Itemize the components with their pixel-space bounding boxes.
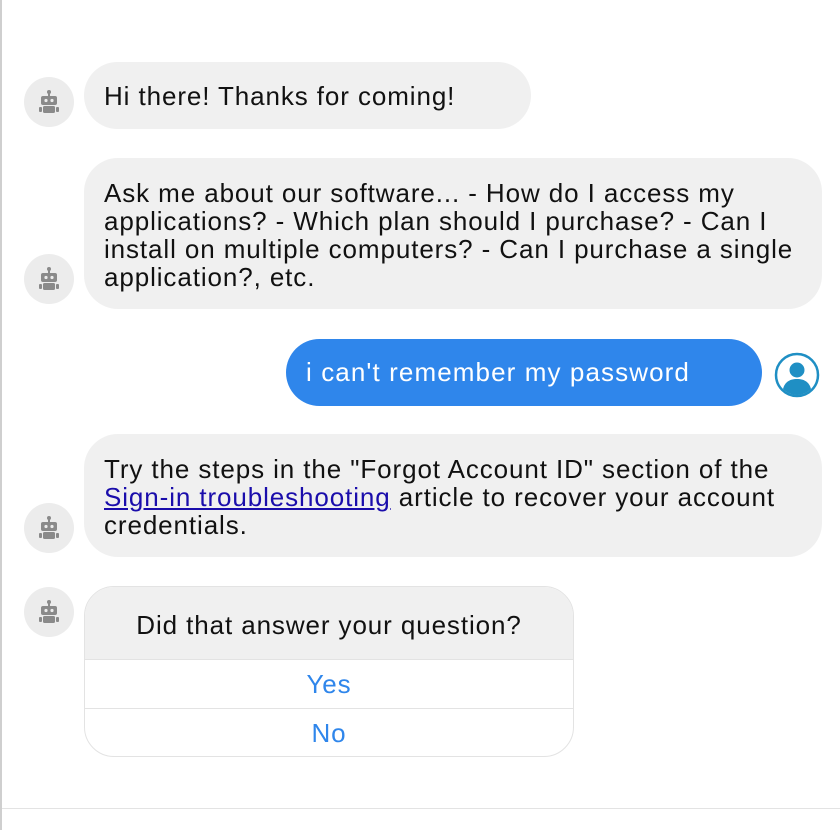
bot-message-intro-text: Ask me about our software... - How do I … (104, 178, 794, 292)
user-message: i can't remember my password (286, 339, 762, 406)
bot-avatar (24, 254, 74, 304)
bot-avatar (24, 77, 74, 127)
bot-avatar (24, 587, 74, 637)
user-message-text: i can't remember my password (306, 357, 690, 387)
bot-message-greeting: Hi there! Thanks for coming! (84, 62, 531, 129)
user-avatar (774, 352, 820, 398)
sign-in-troubleshooting-link[interactable]: Sign-in troubleshooting (104, 482, 391, 512)
no-button[interactable]: No (85, 708, 573, 756)
bot-avatar (24, 503, 74, 553)
user-avatar-icon (774, 352, 820, 398)
bot-message-greeting-text: Hi there! Thanks for coming! (104, 81, 456, 111)
robot-icon (39, 516, 59, 539)
bot-message-answer: Try the steps in the "Forgot Account ID"… (84, 434, 822, 557)
composer-divider (2, 808, 840, 809)
robot-icon (39, 600, 59, 623)
robot-icon (39, 267, 59, 290)
yes-button[interactable]: Yes (85, 659, 573, 708)
robot-icon (39, 90, 59, 113)
chat-window: Hi there! Thanks for coming! Ask me abou… (0, 0, 840, 830)
feedback-card: Did that answer your question? Yes No (84, 586, 574, 757)
bot-message-intro: Ask me about our software... - How do I … (84, 158, 822, 309)
feedback-question: Did that answer your question? (85, 587, 573, 659)
answer-text-before: Try the steps in the "Forgot Account ID"… (104, 454, 770, 484)
